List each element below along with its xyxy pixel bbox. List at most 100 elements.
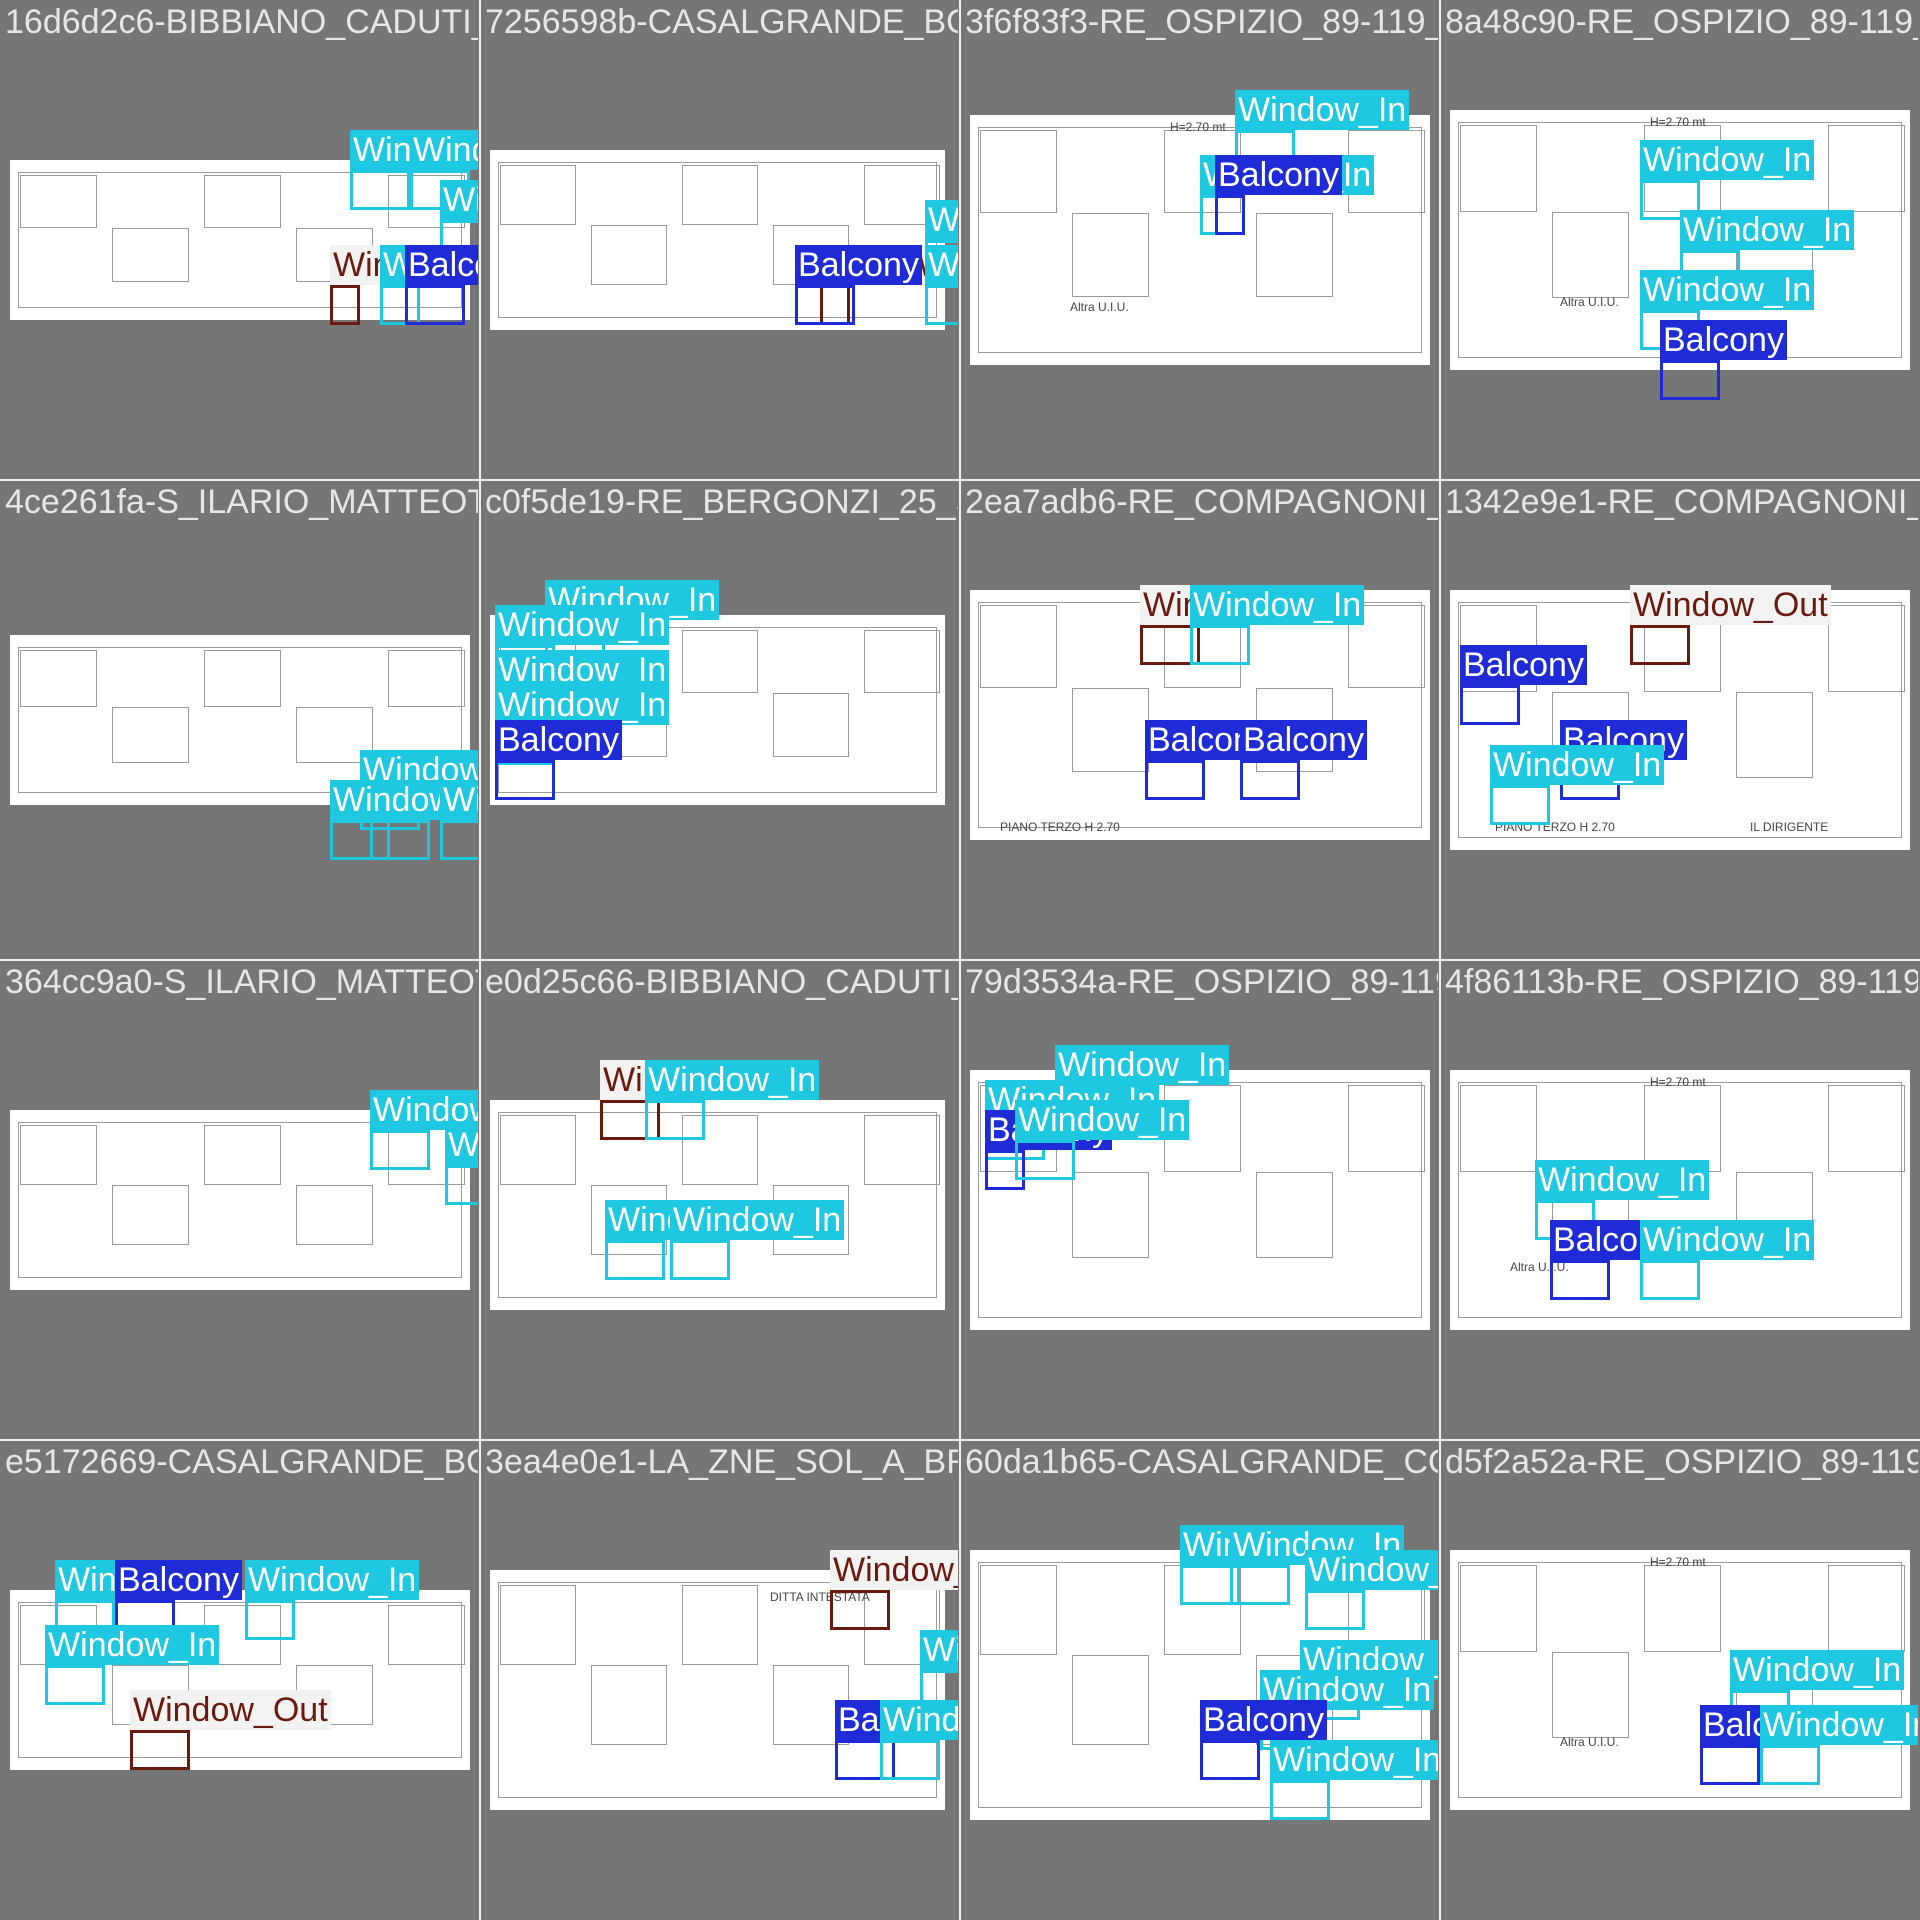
detection-label: Balcony bbox=[405, 245, 478, 285]
grid-tile: H=2.70 mt Altra U.I.U. Window_In Window_In W… bbox=[1440, 0, 1918, 478]
detection-box bbox=[1270, 1780, 1330, 1820]
detection-label: Window_In bbox=[245, 1560, 420, 1600]
grid-divider bbox=[0, 479, 1920, 481]
plan-text: H=2.70 mt bbox=[1170, 120, 1226, 134]
detection-box bbox=[45, 1665, 105, 1705]
plan-text: H=2.70 mt bbox=[1650, 1555, 1706, 1569]
detection-label: Window_Out bbox=[830, 1550, 958, 1590]
detection-box bbox=[1305, 1590, 1365, 1630]
detection-box bbox=[1550, 1260, 1610, 1300]
tile-title: 4ce261fa-S_ILARIO_MATTEOTTI_19_SUB_2.pdf… bbox=[5, 483, 478, 521]
detection-label: Window_In bbox=[1680, 210, 1855, 250]
detection-box bbox=[925, 285, 958, 325]
detection-label: Balcony bbox=[795, 245, 922, 285]
grid-tile: Window_OutWindow_InWindow_InWindow_Ine0d… bbox=[480, 960, 958, 1438]
grid-tile: PIANO TERZO H 2.70 IL DIRIGENTE Window_Out… bbox=[1440, 480, 1918, 958]
detection-box bbox=[495, 760, 555, 800]
detection-box bbox=[1630, 625, 1690, 665]
grid-tile: Window_InBalconyWindow_InWindow_InWindow… bbox=[0, 1440, 478, 1918]
detection-box bbox=[1240, 760, 1300, 800]
plan-text: H=2.70 mt bbox=[1650, 115, 1706, 129]
detection-box bbox=[1230, 1565, 1290, 1605]
grid-tile: H=2.70 mtAltra U.I.U.Window_InWindow_InB… bbox=[960, 0, 1438, 478]
detection-label: Window_In bbox=[1055, 1045, 1230, 1085]
detection-box bbox=[1490, 785, 1550, 825]
detection-box bbox=[330, 285, 360, 325]
detection-label: Window_In bbox=[1640, 140, 1815, 180]
detection-box bbox=[1760, 1745, 1820, 1785]
detection-box bbox=[1190, 625, 1250, 665]
plan-text: IL DIRIGENTE bbox=[1750, 820, 1829, 834]
detection-box bbox=[1215, 195, 1245, 235]
grid-tile: H=2.70 mtAltra U.I.U.Window_InBalconyWin… bbox=[1440, 960, 1918, 1438]
detection-label: Balcony bbox=[1200, 1700, 1327, 1740]
detection-label: Window_In bbox=[645, 1060, 820, 1100]
plan-text: H=2.70 mt bbox=[1650, 1075, 1706, 1089]
plan-text: Altra U.I.U. bbox=[1070, 300, 1129, 314]
tile-title: 60da1b65-CASALGRANDE_CORTI_21_SUB_3.pdf_… bbox=[965, 1443, 1438, 1481]
detection-label: Window_In bbox=[1535, 1160, 1710, 1200]
grid-tile: Window_In Window_In Window_In Window_In Balc… bbox=[480, 480, 958, 958]
grid-tile: DITTA INTESTATAWindow_OutWindow_InBalcon… bbox=[480, 1440, 958, 1918]
detection-box bbox=[1660, 360, 1720, 400]
detection-box bbox=[670, 1240, 730, 1280]
detection-box bbox=[1145, 760, 1205, 800]
detection-box bbox=[245, 1600, 295, 1640]
detection-label: Window_In bbox=[925, 200, 958, 240]
detection-box bbox=[645, 1100, 705, 1140]
detection-label: Window_In bbox=[1015, 1100, 1190, 1140]
grid-tile: Window_InWindow_InWindow_InWindow_InWind… bbox=[960, 1440, 1438, 1918]
detection-box bbox=[605, 1240, 665, 1280]
plan-text: Altra U.I.U. bbox=[1560, 295, 1619, 309]
detection-box bbox=[1460, 685, 1520, 725]
tile-title: 4f86113b-RE_OSPIZIO_89-119_SUB_6.pdf_0 bbox=[1445, 963, 1918, 1001]
grid-tile: PIANO TERZO H 2.70Window_OutWindow_InBal… bbox=[960, 480, 1438, 958]
detection-label: Window_In bbox=[45, 1625, 220, 1665]
tile-title: e5172669-CASALGRANDE_BOTTICELLI_28_SUB_1… bbox=[5, 1443, 478, 1481]
detection-label: Window_In bbox=[1760, 1705, 1918, 1745]
detection-label: Window_In bbox=[495, 685, 670, 725]
detection-box bbox=[130, 1730, 190, 1770]
detection-box bbox=[1640, 1260, 1700, 1300]
grid-tile: Window_InWindow_InBalconyWindow_In79d353… bbox=[960, 960, 1438, 1438]
detection-label: Window_In bbox=[410, 130, 478, 170]
detection-label: Window_In bbox=[670, 1200, 845, 1240]
tile-title: 8a48c90-RE_OSPIZIO_89-119_SUB_9.pdf_0 bbox=[1445, 3, 1918, 41]
detection-box bbox=[350, 170, 410, 210]
tile-title: 79d3534a-RE_OSPIZIO_89-119_SUB_5.pdf_0 bbox=[965, 963, 1438, 1001]
detection-label: Window_In bbox=[445, 1125, 478, 1165]
tile-title: 2ea7adb6-RE_COMPAGNONI_29_SUB_9.pdf_0 bbox=[965, 483, 1438, 521]
detection-label: Balcony bbox=[115, 1560, 242, 1600]
tile-title: 1342e9e1-RE_COMPAGNONI_29_SUB_10.pdf_0 bbox=[1445, 483, 1918, 521]
plan-outline bbox=[498, 162, 937, 318]
grid-tile: Window_InWindow_In 364cc9a0-S_ILARIO_MATT… bbox=[0, 960, 478, 1438]
tile-title: 16d6d2c6-BIBBIANO_CADUTI_25_SUB_12.pdf_0 bbox=[5, 3, 478, 41]
detection-label: Window_In bbox=[1490, 745, 1665, 785]
detection-label: Window_In bbox=[1270, 1740, 1438, 1780]
floor-plan-image: H=2.70 mt Altra U.I.U. bbox=[970, 115, 1430, 365]
detection-label: Window_Out bbox=[1630, 585, 1831, 625]
floor-plan-image bbox=[490, 150, 945, 330]
detection-box bbox=[445, 1165, 478, 1205]
detection-box bbox=[880, 1740, 940, 1780]
grid-divider bbox=[0, 1439, 1920, 1441]
tile-title: e0d25c66-BIBBIANO_CADUTI_25_SUB_13.pdf_0 bbox=[485, 963, 958, 1001]
detection-label: Balcony bbox=[1240, 720, 1367, 760]
detection-label: Window_In bbox=[920, 1630, 958, 1670]
detection-label: Window_In bbox=[1640, 1220, 1815, 1260]
detection-box bbox=[370, 1130, 430, 1170]
detection-label: Window_In bbox=[370, 1090, 478, 1130]
tile-title: 364cc9a0-S_ILARIO_MATTEOTTI_19_SUB_3.pdf… bbox=[5, 963, 478, 1001]
detection-label: Window_In bbox=[495, 650, 670, 690]
grid-tile: Window_InWindow_InWindow_InWindow_In4ce2… bbox=[0, 480, 478, 958]
grid-tile: H=2.70 mtAltra U.I.U.Window_InBalconyWin… bbox=[1440, 1440, 1918, 1918]
grid-tile: Window_InWindow_OutWindow_InBalcony72565… bbox=[480, 0, 958, 478]
tile-title: c0f5de19-RE_BERGONZI_25_SUB_15.pdf_0 bbox=[485, 483, 958, 521]
detection-label: Window_In bbox=[880, 1700, 958, 1740]
detection-label: Window_In bbox=[1235, 90, 1410, 130]
detection-box bbox=[330, 820, 390, 860]
tile-title: d5f2a52a-RE_OSPIZIO_89-119_SUB_8.pdf_0 bbox=[1445, 1443, 1918, 1481]
detection-label: Balcony bbox=[1660, 320, 1787, 360]
plan-text: PIANO TERZO H 2.70 bbox=[1000, 820, 1120, 834]
detection-label: Window_In bbox=[1640, 270, 1815, 310]
